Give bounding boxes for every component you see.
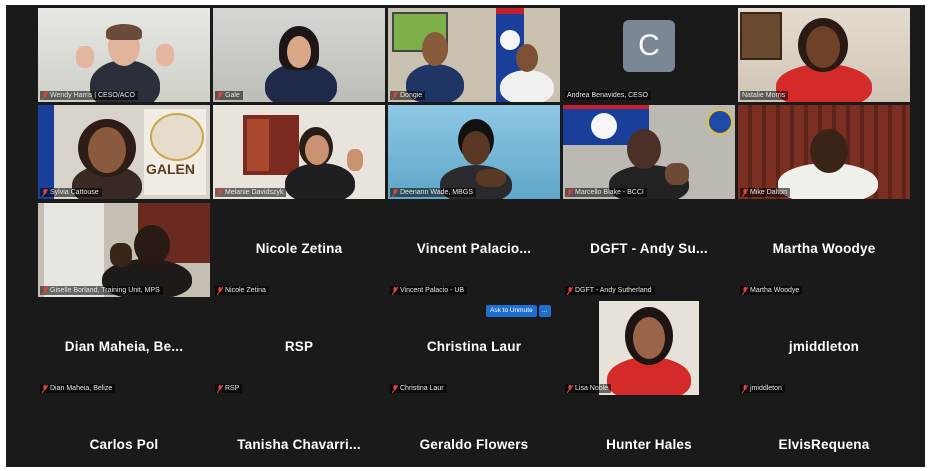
video-tile-melanie[interactable]: Melanie Davidszyk	[213, 105, 385, 199]
video-tile-mike[interactable]: Mike Dalton	[738, 105, 910, 199]
muted-mic-icon	[42, 286, 48, 295]
participant-name-tag: Lisa Noble	[565, 384, 612, 393]
participant-display-name: Geraldo Flowers	[419, 437, 529, 452]
muted-mic-icon	[217, 188, 223, 197]
participant-name-tag: Sylvia Cattouse	[40, 188, 102, 197]
muted-mic-icon	[567, 384, 573, 393]
muted-mic-icon	[392, 286, 398, 295]
participant-name-tag: Martha Woodye	[740, 286, 803, 295]
participant-name-tag: Christina Laur	[390, 384, 447, 393]
name-tile-elvis[interactable]: ElvisRequena	[738, 399, 910, 467]
muted-mic-icon	[217, 384, 223, 393]
muted-mic-icon	[567, 188, 573, 197]
muted-mic-icon	[567, 286, 573, 295]
participant-name-tag: jmiddleton	[740, 384, 785, 393]
video-tile-gale[interactable]: Gale	[213, 8, 385, 102]
participant-display-name: Carlos Pol	[89, 437, 159, 452]
participant-display-name: Martha Woodye	[772, 241, 876, 256]
muted-mic-icon	[217, 286, 223, 295]
name-tile-rsp[interactable]: RSP RSP	[213, 301, 385, 395]
video-tile-dongie[interactable]: Dongie	[388, 8, 560, 102]
participant-name-tag: Dongie	[390, 91, 426, 100]
video-tile-lisa[interactable]: Lisa Noble	[563, 301, 735, 395]
participant-display-name: DGFT - Andy Su...	[590, 241, 708, 256]
muted-mic-icon	[742, 384, 748, 393]
participant-display-name: ElvisRequena	[778, 437, 870, 452]
participant-display-name: Dian Maheia, Be...	[64, 339, 184, 354]
name-tile-martha[interactable]: Martha Woodye Martha Woodye	[738, 203, 910, 297]
participant-display-name: RSP	[284, 339, 314, 354]
lisa-video-frame	[599, 301, 699, 395]
muted-mic-icon	[42, 384, 48, 393]
name-tile-dgft[interactable]: DGFT - Andy Su... DGFT - Andy Sutherland	[563, 203, 735, 297]
video-tile-sylvia[interactable]: GALEN Sylvia Cattouse	[38, 105, 210, 199]
participant-display-name: Christina Laur	[426, 339, 522, 354]
muted-mic-icon	[392, 188, 398, 197]
video-tile-andrea[interactable]: C Andrea Benavides, CESO	[563, 8, 735, 102]
name-tile-vincent[interactable]: Vincent Palacio... Vincent Palacio - UB	[388, 203, 560, 297]
participant-name-tag: Giselle Borland, Training Unit, MPS	[40, 286, 163, 295]
name-tile-hunter[interactable]: Hunter Hales	[563, 399, 735, 467]
participant-name-tag: Dian Maheia, Belize	[40, 384, 116, 393]
participant-display-name: Nicole Zetina	[255, 241, 343, 256]
participant-display-name: Hunter Hales	[606, 437, 692, 452]
participant-name-tag: Natalie Morris	[740, 91, 789, 100]
participant-display-name: Tanisha Chavarri...	[237, 437, 361, 452]
video-tile-deenann[interactable]: Deenann Wade, MBGS	[388, 105, 560, 199]
avatar: C	[623, 20, 675, 72]
muted-mic-icon	[42, 91, 48, 100]
name-tile-nicole[interactable]: Nicole Zetina Nicole Zetina	[213, 203, 385, 297]
zoom-gallery-view: Wendy Harris | CESO/ACO Gale Dongie C An…	[6, 5, 925, 467]
participant-name-tag: Deenann Wade, MBGS	[390, 188, 476, 197]
video-tile-giselle[interactable]: Giselle Borland, Training Unit, MPS	[38, 203, 210, 297]
muted-mic-icon	[392, 384, 398, 393]
participant-name-tag: Vincent Palacio - UB	[390, 286, 468, 295]
video-tile-hannah-harris[interactable]: Wendy Harris | CESO/ACO	[38, 8, 210, 102]
more-options-button[interactable]: ...	[538, 305, 551, 317]
participant-name-tag: Andrea Benavides, CESO	[565, 91, 651, 100]
name-tile-geraldo[interactable]: Geraldo Flowers	[388, 399, 560, 467]
participant-name-tag: Wendy Harris | CESO/ACO	[40, 91, 138, 100]
name-tile-dian[interactable]: Dian Maheia, Be... Dian Maheia, Belize	[38, 301, 210, 395]
muted-mic-icon	[742, 188, 748, 197]
video-tile-marcello[interactable]: Marcello Blake - BCCI	[563, 105, 735, 199]
name-tile-jmiddleton[interactable]: jmiddleton jmiddleton	[738, 301, 910, 395]
muted-mic-icon	[742, 286, 748, 295]
participant-display-name: Vincent Palacio...	[416, 241, 532, 256]
name-tile-carlos[interactable]: Carlos Pol	[38, 399, 210, 467]
participant-name-tag: DGFT - Andy Sutherland	[565, 286, 655, 295]
participant-name-tag: Marcello Blake - BCCI	[565, 188, 647, 197]
participant-display-name: jmiddleton	[788, 339, 860, 354]
video-tile-natalie[interactable]: Natalie Morris	[738, 8, 910, 102]
participant-name-tag: Gale	[215, 91, 243, 100]
muted-mic-icon	[392, 91, 398, 100]
ask-to-unmute-control: Ask to Unmute ...	[486, 305, 551, 317]
participant-name-tag: Mike Dalton	[740, 188, 790, 197]
muted-mic-icon	[217, 91, 223, 100]
name-tile-tanisha[interactable]: Tanisha Chavarri...	[213, 399, 385, 467]
participant-name-tag: Nicole Zetina	[215, 286, 269, 295]
ask-to-unmute-button[interactable]: Ask to Unmute	[486, 305, 537, 317]
participant-name-tag: Melanie Davidszyk	[215, 188, 287, 197]
participant-name-tag: RSP	[215, 384, 243, 393]
muted-mic-icon	[42, 188, 48, 197]
